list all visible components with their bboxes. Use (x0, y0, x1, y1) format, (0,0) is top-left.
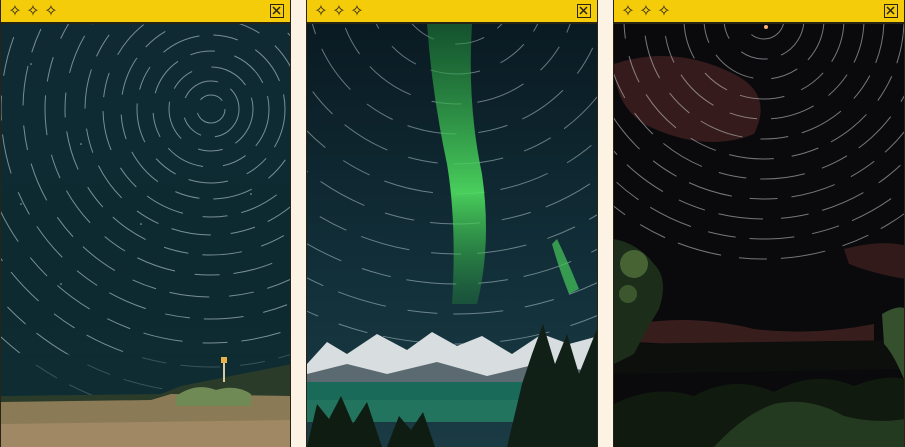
sparkle-icon: ✧ (332, 1, 346, 20)
close-icon (272, 6, 281, 15)
star-trails-photo (1, 24, 290, 447)
sparkle-icon: ✧ (26, 1, 40, 20)
close-button[interactable] (577, 4, 591, 18)
sparkle-group: ✧ ✧ ✧ (620, 3, 672, 19)
sparkle-icon: ✧ (639, 1, 653, 20)
window-titlebar[interactable]: ✧ ✧ ✧ (614, 0, 904, 24)
sparkle-icon: ✧ (8, 1, 22, 20)
photo-window-2: ✧ ✧ ✧ (306, 0, 598, 447)
photo-window-1: ✧ ✧ ✧ (0, 0, 291, 447)
close-button[interactable] (270, 4, 284, 18)
close-icon (886, 6, 895, 15)
sparkle-icon: ✧ (657, 1, 671, 20)
sparkle-icon: ✧ (44, 1, 58, 20)
window-titlebar[interactable]: ✧ ✧ ✧ (1, 0, 290, 24)
sparkle-icon: ✧ (314, 1, 328, 20)
close-button[interactable] (884, 4, 898, 18)
window-titlebar[interactable]: ✧ ✧ ✧ (307, 0, 597, 24)
sparkle-icon: ✧ (350, 1, 364, 20)
sparkle-group: ✧ ✧ ✧ (7, 3, 59, 19)
sparkle-icon: ✧ (621, 1, 635, 20)
sparkle-group: ✧ ✧ ✧ (313, 3, 365, 19)
photo-window-3: ✧ ✧ ✧ (613, 0, 905, 447)
night-star-trails-photo (614, 24, 904, 447)
aurora-photo (307, 24, 597, 447)
close-icon (579, 6, 588, 15)
